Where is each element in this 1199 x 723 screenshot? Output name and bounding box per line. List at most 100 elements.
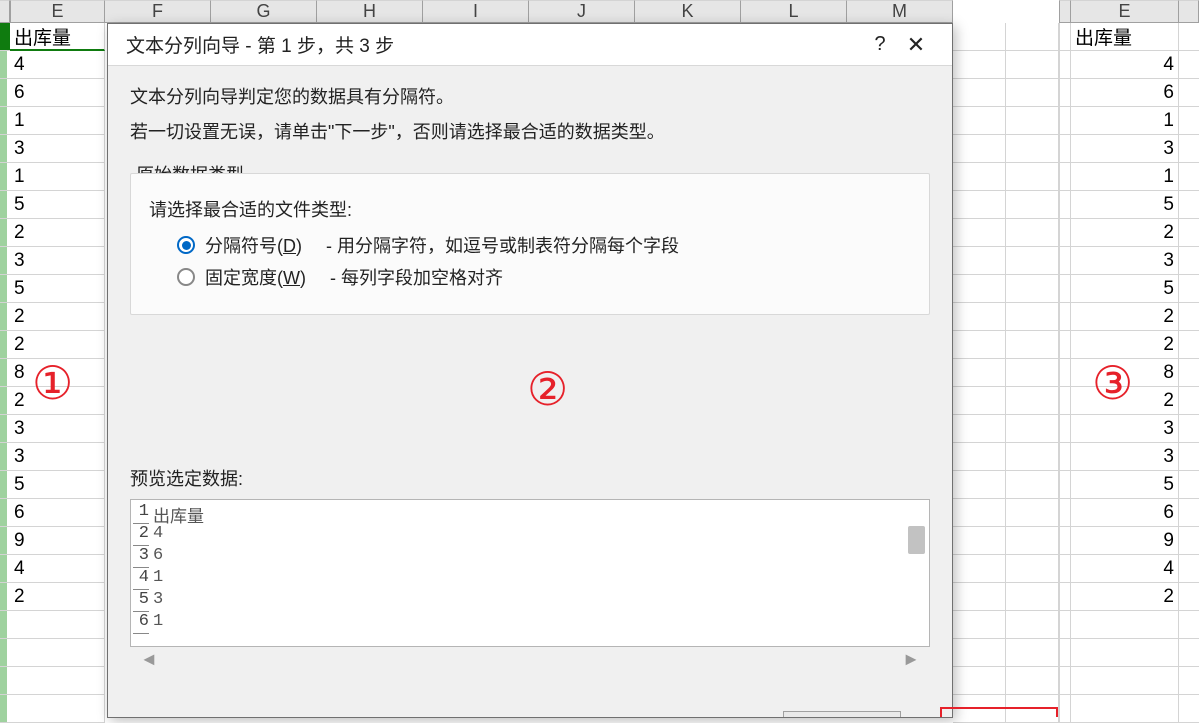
button-partial-next[interactable] xyxy=(940,707,1058,717)
cell-empty[interactable] xyxy=(1071,611,1179,639)
table-row[interactable]: 1 xyxy=(1059,107,1199,135)
cell[interactable]: 2 xyxy=(1071,583,1179,611)
table-row[interactable]: 4 xyxy=(1059,555,1199,583)
cell[interactable]: 3 xyxy=(10,443,105,471)
table-row[interactable]: 1 xyxy=(0,163,107,191)
table-row[interactable]: 5 xyxy=(0,191,107,219)
cell-header[interactable]: 出库量 xyxy=(1071,23,1179,51)
table-row[interactable] xyxy=(953,331,1059,359)
cell[interactable]: 3 xyxy=(10,415,105,443)
table-row[interactable]: 2 xyxy=(1059,331,1199,359)
col-header-J[interactable]: J xyxy=(529,0,635,23)
cell-empty[interactable] xyxy=(1006,443,1059,471)
table-row[interactable]: 1 xyxy=(1059,163,1199,191)
cell[interactable]: 3 xyxy=(1071,415,1179,443)
cell-empty[interactable] xyxy=(1006,219,1059,247)
table-row[interactable] xyxy=(953,79,1059,107)
cell-empty[interactable] xyxy=(953,303,1006,331)
table-row[interactable]: 6 xyxy=(0,79,107,107)
cell[interactable]: 6 xyxy=(1071,499,1179,527)
cell-empty[interactable] xyxy=(1006,247,1059,275)
cell-empty[interactable] xyxy=(953,107,1006,135)
radio-delimited-row[interactable]: 分隔符号(D) - 用分隔字符，如逗号或制表符分隔每个字段 xyxy=(177,232,911,258)
cell-empty[interactable] xyxy=(1006,191,1059,219)
table-row[interactable]: 6 xyxy=(1059,499,1199,527)
table-row[interactable] xyxy=(0,611,107,639)
table-row[interactable] xyxy=(953,555,1059,583)
cell-empty[interactable] xyxy=(953,331,1006,359)
cell-empty[interactable] xyxy=(953,415,1006,443)
table-row[interactable]: 6 xyxy=(0,499,107,527)
cell-empty[interactable] xyxy=(1006,555,1059,583)
table-row[interactable] xyxy=(1059,667,1199,695)
scroll-right-icon[interactable]: ► xyxy=(902,649,920,670)
cell-empty[interactable] xyxy=(1006,359,1059,387)
cell-empty[interactable] xyxy=(953,275,1006,303)
table-row[interactable]: 3 xyxy=(1059,443,1199,471)
table-row[interactable] xyxy=(953,135,1059,163)
cell[interactable]: 6 xyxy=(10,499,105,527)
cell-empty[interactable] xyxy=(953,527,1006,555)
cell-empty[interactable] xyxy=(1006,23,1059,51)
table-row[interactable] xyxy=(953,499,1059,527)
table-row[interactable]: 1 xyxy=(0,107,107,135)
cell-empty[interactable] xyxy=(1006,499,1059,527)
cell[interactable]: 2 xyxy=(10,303,105,331)
table-row[interactable] xyxy=(953,107,1059,135)
cell-empty[interactable] xyxy=(1006,79,1059,107)
table-row[interactable] xyxy=(1059,639,1199,667)
table-row[interactable]: 3 xyxy=(0,443,107,471)
cell-empty[interactable] xyxy=(1071,667,1179,695)
cell[interactable]: 5 xyxy=(1071,275,1179,303)
table-row[interactable]: 5 xyxy=(1059,275,1199,303)
cell-empty[interactable] xyxy=(953,359,1006,387)
cell-empty[interactable] xyxy=(953,135,1006,163)
cell-empty[interactable] xyxy=(10,667,105,695)
table-row[interactable]: 出库量 xyxy=(1059,23,1199,51)
cell[interactable]: 9 xyxy=(1071,527,1179,555)
cell[interactable]: 1 xyxy=(1071,163,1179,191)
cell-empty[interactable] xyxy=(1006,163,1059,191)
col-header-G[interactable]: G xyxy=(211,0,317,23)
table-row[interactable] xyxy=(953,359,1059,387)
cell-empty[interactable] xyxy=(953,583,1006,611)
table-row[interactable] xyxy=(0,695,107,723)
close-icon[interactable]: ✕ xyxy=(898,32,934,58)
scroll-left-icon[interactable]: ◄ xyxy=(140,649,158,670)
table-row[interactable]: 3 xyxy=(0,247,107,275)
table-row[interactable] xyxy=(953,527,1059,555)
table-row[interactable] xyxy=(953,667,1059,695)
table-row[interactable] xyxy=(953,387,1059,415)
table-row[interactable]: 3 xyxy=(1059,247,1199,275)
col-header-H[interactable]: H xyxy=(317,0,423,23)
cell-empty[interactable] xyxy=(953,51,1006,79)
table-row[interactable]: 6 xyxy=(1059,79,1199,107)
table-row[interactable] xyxy=(953,163,1059,191)
cell-empty[interactable] xyxy=(953,499,1006,527)
cell-empty[interactable] xyxy=(1071,639,1179,667)
table-row[interactable] xyxy=(1059,695,1199,723)
table-row[interactable]: 2 xyxy=(1059,219,1199,247)
cell[interactable]: 2 xyxy=(10,583,105,611)
cell[interactable]: 5 xyxy=(10,471,105,499)
cell-empty[interactable] xyxy=(953,667,1006,695)
preview-vscroll-thumb[interactable] xyxy=(908,526,925,554)
table-row[interactable] xyxy=(953,219,1059,247)
table-row[interactable] xyxy=(953,611,1059,639)
cell-empty[interactable] xyxy=(1006,667,1059,695)
cell[interactable]: 3 xyxy=(1071,443,1179,471)
help-icon[interactable]: ? xyxy=(862,33,898,56)
radio-fixed-width[interactable] xyxy=(177,268,195,286)
cell-empty[interactable] xyxy=(953,23,1006,51)
cell[interactable]: 3 xyxy=(1071,247,1179,275)
table-row[interactable]: 2 xyxy=(1059,583,1199,611)
cell-empty[interactable] xyxy=(1006,275,1059,303)
table-row[interactable]: 3 xyxy=(1059,135,1199,163)
cell-empty[interactable] xyxy=(953,611,1006,639)
cell-empty[interactable] xyxy=(953,219,1006,247)
cell-empty[interactable] xyxy=(10,639,105,667)
cell[interactable]: 1 xyxy=(1071,107,1179,135)
table-row[interactable] xyxy=(953,247,1059,275)
table-row[interactable]: 4 xyxy=(0,51,107,79)
cell[interactable]: 2 xyxy=(1071,219,1179,247)
